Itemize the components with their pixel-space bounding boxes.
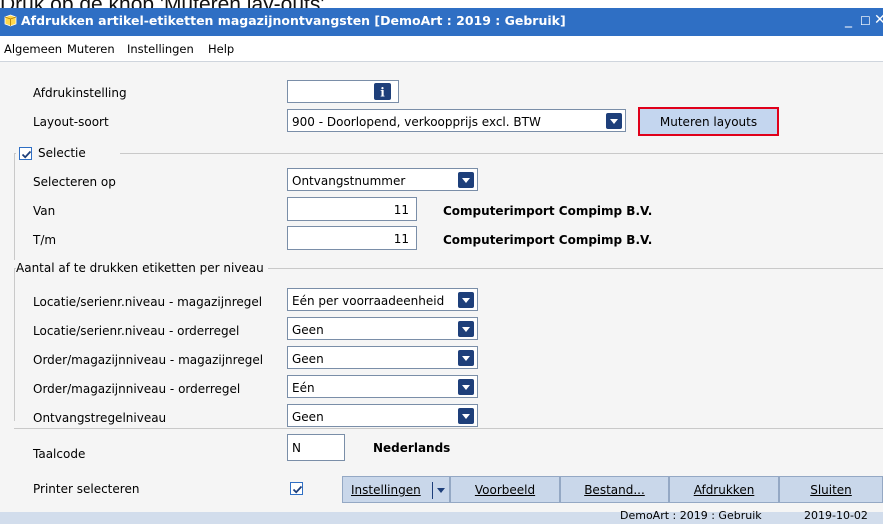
van-value: 11 [393, 203, 409, 217]
aantal-select-4[interactable]: Geen [287, 404, 478, 427]
aantal-value-2: Geen [292, 352, 324, 366]
aantal-select-1[interactable]: Geen [287, 317, 478, 340]
menu-bar: Algemeen Muteren Instellingen Help [0, 36, 883, 62]
aantal-value-4: Geen [292, 410, 324, 424]
menu-help[interactable]: Help [208, 42, 234, 56]
aantal-row-label-4: Ontvangstregelniveau [33, 411, 167, 425]
menu-algemeen[interactable]: Algemeen [4, 42, 62, 56]
window-title: Afdrukken artikel-etiketten magazijnontv… [21, 13, 566, 28]
selectie-groupline [14, 153, 883, 154]
van-field[interactable]: 11 [287, 197, 417, 221]
chevron-down-icon[interactable] [458, 350, 474, 366]
aantal-value-3: Eén [292, 381, 315, 395]
status-date: 2019-10-02 [804, 509, 868, 522]
aantal-groupline-left [14, 268, 15, 421]
tm-name: Computerimport Compimp B.V. [443, 233, 653, 247]
status-text: DemoArt : 2019 : Gebruik [620, 509, 762, 522]
layout-soort-label: Layout-soort [33, 115, 109, 129]
printer-selecteren-checkbox[interactable] [290, 482, 303, 495]
app-icon [4, 14, 17, 27]
menu-instellingen[interactable]: Instellingen [127, 42, 194, 56]
taal-name: Nederlands [373, 441, 451, 455]
van-label: Van [33, 204, 56, 218]
selecteren-op-select[interactable]: Ontvangstnummer [287, 168, 478, 191]
taalcode-value: N [292, 441, 301, 455]
layout-soort-select[interactable]: 900 - Doorlopend, verkoopprijs excl. BTW [287, 109, 626, 132]
selecteren-op-value: Ontvangstnummer [292, 174, 406, 188]
title-bar: Afdrukken artikel-etiketten magazijnontv… [0, 8, 883, 36]
printer-selecteren-label: Printer selecteren [33, 482, 140, 496]
menu-muteren[interactable]: Muteren [67, 42, 115, 56]
sluiten-button[interactable]: Sluiten [779, 476, 883, 503]
split-divider [432, 482, 433, 499]
aantal-row-label-0: Locatie/serienr.niveau - magazijnregel [33, 295, 263, 309]
chevron-down-icon[interactable] [458, 172, 474, 188]
checkmark-icon [21, 150, 32, 159]
taalcode-label: Taalcode [33, 447, 86, 461]
minimize-button[interactable]: _ [845, 12, 852, 28]
chevron-down-icon[interactable] [437, 488, 445, 493]
checkmark-icon [292, 485, 303, 494]
aantal-row-label-1: Locatie/serienr.niveau - orderregel [33, 324, 240, 338]
aantal-legend: Aantal af te drukken etiketten per nivea… [16, 261, 268, 275]
aantal-value-0: Eén per voorraadeenheid [292, 294, 445, 308]
close-button[interactable]: ✕ [874, 12, 883, 28]
instellingen-button[interactable]: Instellingen [342, 476, 450, 503]
info-icon[interactable]: i [374, 83, 391, 100]
voorbeeld-button[interactable]: Voorbeeld [450, 476, 560, 503]
taalcode-field[interactable]: N [287, 434, 345, 461]
bestand-button[interactable]: Bestand... [560, 476, 669, 503]
chevron-down-icon[interactable] [606, 113, 622, 129]
tm-field[interactable]: 11 [287, 226, 417, 250]
aantal-select-0[interactable]: Eén per voorraadeenheid [287, 288, 478, 311]
maximize-button[interactable]: ☐ [860, 14, 871, 28]
tm-value: 11 [393, 232, 409, 246]
selectie-label: Selectie [38, 146, 86, 160]
selectie-groupline-left [14, 153, 15, 260]
aantal-row-label-3: Order/magazijnniveau - orderregel [33, 382, 241, 396]
svg-text:i: i [380, 86, 385, 100]
selecteren-op-label: Selecteren op [33, 175, 116, 189]
chevron-down-icon[interactable] [458, 408, 474, 424]
status-bar: DemoArt : 2019 : Gebruik 2019-10-02 [0, 509, 883, 524]
muteren-layouts-button[interactable]: Muteren layouts [638, 107, 779, 136]
aantal-value-1: Geen [292, 323, 324, 337]
layout-soort-value: 900 - Doorlopend, verkoopprijs excl. BTW [292, 115, 541, 129]
aantal-select-2[interactable]: Geen [287, 346, 478, 369]
afdrukinstelling-label: Afdrukinstelling [33, 86, 127, 100]
chevron-down-icon[interactable] [458, 292, 474, 308]
aantal-select-3[interactable]: Eén [287, 375, 478, 398]
afdrukken-button[interactable]: Afdrukken [669, 476, 779, 503]
chevron-down-icon[interactable] [458, 379, 474, 395]
aantal-row-label-2: Order/magazijnniveau - magazijnregel [33, 353, 264, 367]
selectie-checkbox[interactable] [19, 147, 32, 160]
tm-label: T/m [33, 233, 57, 247]
divider [14, 428, 883, 429]
van-name: Computerimport Compimp B.V. [443, 204, 653, 218]
chevron-down-icon[interactable] [458, 321, 474, 337]
